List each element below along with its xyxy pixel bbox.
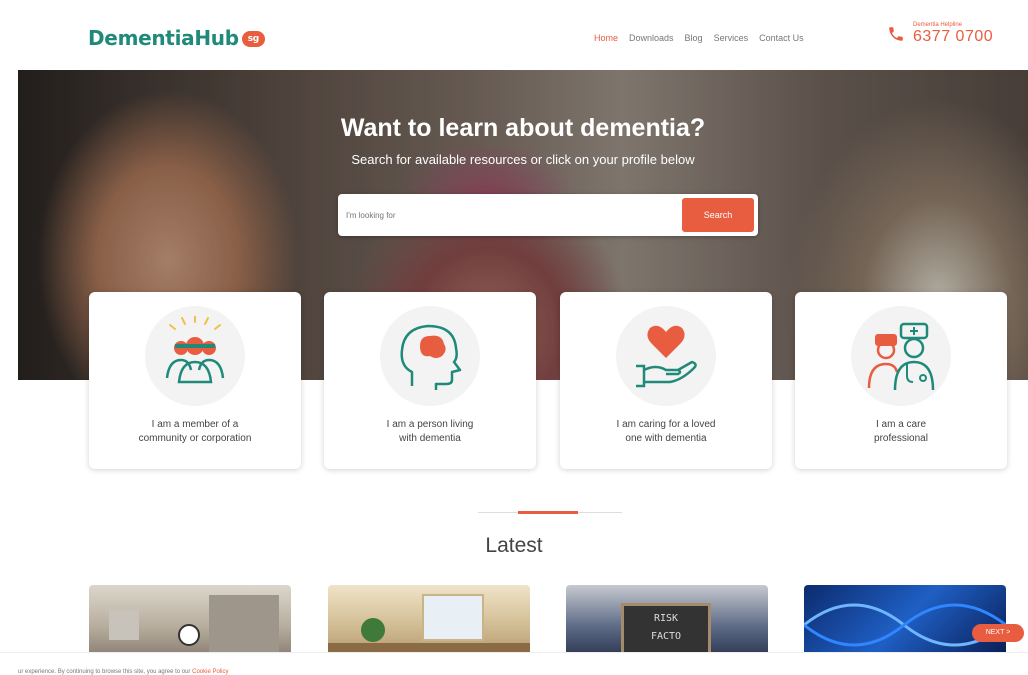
label-line: one with dementia [625, 433, 707, 444]
logo-badge: sg [241, 31, 265, 47]
card-icon-circle [616, 306, 716, 406]
site-header: DementiaHub sg Home Downloads Blog Servi… [0, 0, 1028, 70]
helpline[interactable]: Dementia Helpline 6377 0700 [887, 22, 993, 46]
nav-item-downloads[interactable]: Downloads [629, 33, 674, 43]
nav-item-blog[interactable]: Blog [685, 33, 703, 43]
label-line: I am caring for a loved [616, 419, 716, 430]
label-line: community or corporation [138, 433, 252, 444]
latest-heading: Latest [485, 534, 543, 557]
chalkboard-line: FACTO [650, 631, 682, 642]
section-divider-accent [518, 511, 578, 514]
latest-article-thumbnail[interactable]: RISK FACTO [566, 585, 768, 655]
card-icon-circle [851, 306, 951, 406]
head-brain-icon [400, 324, 462, 390]
latest-article-thumbnail[interactable] [328, 585, 530, 655]
label-line: professional [874, 433, 928, 444]
main-nav: Home Downloads Blog Services Contact Us [594, 33, 804, 43]
dna-photo [804, 603, 1006, 647]
kitchen-photo [328, 594, 530, 655]
label-line: I am a care [875, 419, 927, 430]
latest-article-thumbnail[interactable] [89, 585, 291, 655]
cookie-policy-link[interactable]: Cookie Policy [192, 669, 228, 675]
page: DementiaHub sg Home Downloads Blog Servi… [0, 0, 1028, 675]
room-photo [109, 595, 279, 655]
cookie-message: ur experience. By continuing to browse t… [18, 669, 193, 675]
chalkboard-sign: RISK FACTO [621, 603, 711, 655]
profile-card-care-professional[interactable]: I am a care professional [795, 292, 1007, 469]
latest-article-thumbnail[interactable] [804, 585, 1006, 655]
search-input[interactable] [346, 202, 676, 228]
label-line: with dementia [399, 433, 461, 444]
profile-card-label: I am a care professional [805, 418, 997, 446]
site-logo[interactable]: DementiaHub sg [88, 26, 265, 50]
profile-card-person-with-dementia[interactable]: I am a person living with dementia [324, 292, 536, 469]
doctor-nurse-icon [867, 322, 935, 391]
cookie-banner: ur experience. By continuing to browse t… [0, 652, 1028, 675]
profile-card-label: I am caring for a loved one with dementi… [570, 418, 762, 446]
phone-icon [889, 27, 903, 41]
nav-item-services[interactable]: Services [714, 33, 749, 43]
profile-card-community[interactable]: I am a member of a community or corporat… [89, 292, 301, 469]
next-button[interactable]: NEXT > [972, 624, 1024, 642]
heart-hand-icon [636, 325, 697, 388]
search-button[interactable]: Search [682, 198, 754, 232]
logo-text: DementiaHub [88, 26, 239, 50]
search-bar: Search [338, 194, 758, 236]
label-line: I am a person living [386, 419, 474, 430]
chalkboard-line: RISK [653, 613, 679, 624]
profile-card-caregiver[interactable]: I am caring for a loved one with dementi… [560, 292, 772, 469]
cookie-text: ur experience. By continuing to browse t… [18, 669, 228, 675]
nav-item-home[interactable]: Home [594, 33, 618, 43]
card-icon-circle [380, 306, 480, 406]
profile-card-label: I am a person living with dementia [334, 418, 526, 446]
community-icon [165, 316, 225, 384]
hero-title: Want to learn about dementia? [340, 114, 706, 142]
helpline-number: 6377 0700 [913, 28, 994, 45]
label-line: I am a member of a [151, 419, 239, 430]
nav-item-contact-us[interactable]: Contact Us [759, 33, 804, 43]
hero-subtitle: Search for available resources or click … [351, 152, 695, 167]
card-icon-circle [145, 306, 245, 406]
profile-card-label: I am a member of a community or corporat… [99, 418, 291, 446]
